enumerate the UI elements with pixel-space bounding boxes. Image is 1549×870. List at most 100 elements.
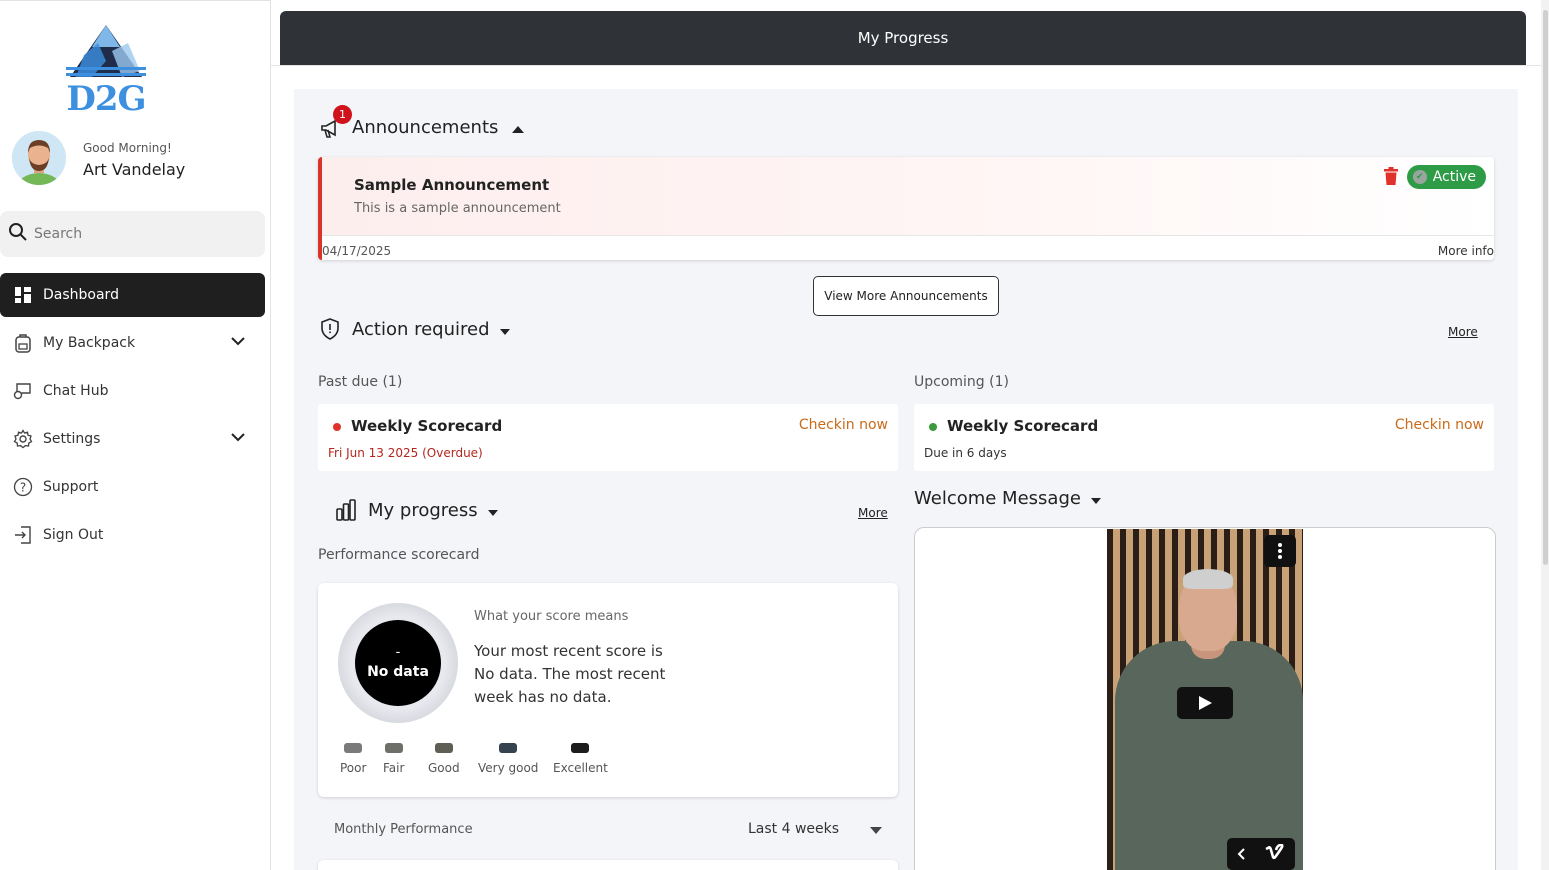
page-scrollbar[interactable] [1541, 0, 1549, 870]
sidebar: D2G Good Morning! Art Vandelay Dashboard… [0, 0, 271, 870]
announcement-title: Sample Announcement [354, 176, 550, 194]
score-value: No data [367, 664, 429, 680]
page-header: My Progress [280, 11, 1526, 65]
legend-item-poor: Poor [340, 743, 366, 775]
announcement-date: 04/17/2025 [322, 244, 392, 258]
scrollbar-thumb[interactable] [1543, 10, 1548, 565]
period-select[interactable]: Last 4 weeks [748, 821, 839, 837]
welcome-header[interactable]: Welcome Message [914, 488, 1101, 509]
chat-icon [13, 381, 33, 401]
bar-chart-icon [336, 499, 356, 521]
greeting-text: Good Morning! [83, 141, 172, 155]
logo-text: D2G [66, 79, 146, 119]
caret-down-icon[interactable] [1090, 488, 1101, 509]
sidebar-item-label: Chat Hub [43, 383, 109, 399]
welcome-video[interactable] [1107, 529, 1303, 870]
sidebar-item-label: Dashboard [43, 287, 119, 303]
status-label: Active [1432, 169, 1476, 185]
legend-label: Excellent [553, 761, 608, 775]
task-due-date: Due in 6 days [924, 446, 1007, 460]
upcoming-dot-icon [929, 423, 937, 431]
legend-label: Poor [340, 761, 367, 775]
checkin-now-link[interactable]: Checkin now [1395, 417, 1484, 433]
score-meaning-text: Your most recent score is No data. The m… [474, 642, 666, 706]
sidebar-item-label: My Backpack [43, 335, 136, 351]
megaphone-icon: 1 [320, 105, 352, 138]
announcement-card[interactable]: Sample Announcement This is a sample ann… [318, 157, 1494, 260]
notification-badge: 1 [333, 105, 352, 124]
sidebar-item-label: Support [43, 479, 99, 495]
action-required-header[interactable]: Action required [320, 318, 510, 340]
checkin-now-link[interactable]: Checkin now [799, 417, 888, 433]
legend-swatch [571, 743, 590, 753]
vimeo-logo-icon[interactable] [1265, 843, 1285, 864]
past-due-task-card[interactable]: Weekly Scorecard Checkin now Fri Jun 13 … [318, 404, 898, 471]
monthly-performance-label: Monthly Performance [334, 822, 473, 837]
check-circle-icon: ✔ [1412, 170, 1427, 184]
announcements-header[interactable]: 1 Announcements [320, 105, 525, 138]
vimeo-controls[interactable] [1227, 838, 1295, 870]
app-logo[interactable]: D2G [62, 21, 150, 119]
past-due-label: Past due (1) [318, 374, 403, 390]
sidebar-item-chat-hub[interactable]: Chat Hub [0, 369, 265, 413]
search-input[interactable] [34, 226, 254, 242]
my-progress-header[interactable]: My progress [336, 499, 498, 521]
task-due-date: Fri Jun 13 2025 (Overdue) [328, 446, 483, 460]
legend-item-very-good: Very good [478, 743, 538, 775]
score-ring: - No data [338, 603, 458, 723]
more-info-link[interactable]: More info [1438, 244, 1494, 258]
legend-swatch [384, 743, 403, 753]
svg-text:?: ? [20, 481, 26, 495]
my-progress-more-link[interactable]: More [858, 506, 888, 520]
chevron-down-icon[interactable] [231, 334, 245, 350]
dashboard-icon [13, 285, 33, 305]
score-meaning-title: What your score means [474, 609, 629, 624]
performance-scorecard-label: Performance scorecard [318, 547, 480, 563]
legend-item-excellent: Excellent [553, 743, 608, 775]
page-title: My Progress [857, 29, 949, 47]
more-options-icon[interactable] [1264, 535, 1296, 567]
user-name: Art Vandelay [83, 160, 186, 179]
action-required-more-link[interactable]: More [1448, 325, 1478, 339]
sidebar-item-sign-out[interactable]: Sign Out [0, 513, 265, 557]
caret-up-icon[interactable] [512, 117, 525, 138]
upcoming-task-card[interactable]: Weekly Scorecard Checkin now Due in 6 da… [914, 404, 1494, 471]
announcement-header: Sample Announcement This is a sample ann… [322, 157, 1494, 236]
status-badge: ✔ Active [1406, 165, 1486, 189]
view-more-announcements-button[interactable]: View More Announcements [813, 276, 999, 316]
caret-down-icon[interactable] [870, 827, 882, 834]
task-name: Weekly Scorecard [351, 417, 503, 435]
action-required-title: Action required [352, 318, 490, 340]
sidebar-item-support[interactable]: ? Support [0, 465, 265, 509]
monthly-performance-card [318, 860, 898, 870]
header-divider [271, 65, 1541, 66]
chevron-down-icon[interactable] [231, 430, 245, 446]
score-circle: - No data [355, 620, 441, 706]
announcement-body: This is a sample announcement [354, 201, 561, 216]
upcoming-label: Upcoming (1) [914, 374, 1009, 390]
mountain-logo-icon [66, 25, 146, 77]
sidebar-item-label: Settings [43, 431, 101, 447]
sidebar-item-dashboard[interactable]: Dashboard [0, 273, 265, 317]
caret-down-icon[interactable] [487, 500, 498, 521]
shield-icon [320, 318, 340, 340]
legend-swatch [499, 743, 518, 753]
trash-icon[interactable] [1384, 167, 1398, 189]
legend-item-fair: Fair [383, 743, 404, 775]
sidebar-item-settings[interactable]: Settings [0, 417, 265, 461]
sign-out-icon [13, 525, 33, 545]
sidebar-item-my-backpack[interactable]: My Backpack [0, 321, 265, 365]
play-icon[interactable] [1177, 687, 1233, 719]
search-box[interactable] [0, 211, 265, 257]
help-icon: ? [13, 477, 33, 497]
task-name: Weekly Scorecard [947, 417, 1099, 435]
chevron-left-icon[interactable] [1237, 845, 1245, 864]
overdue-dot-icon [333, 423, 341, 431]
score-card: - No data What your score means Your mos… [318, 583, 898, 797]
legend-swatch [344, 743, 363, 753]
sidebar-item-label: Sign Out [43, 527, 104, 543]
legend-label: Good [428, 761, 460, 775]
avatar[interactable] [12, 131, 66, 185]
gear-icon [13, 429, 33, 449]
caret-down-icon[interactable] [499, 319, 510, 340]
